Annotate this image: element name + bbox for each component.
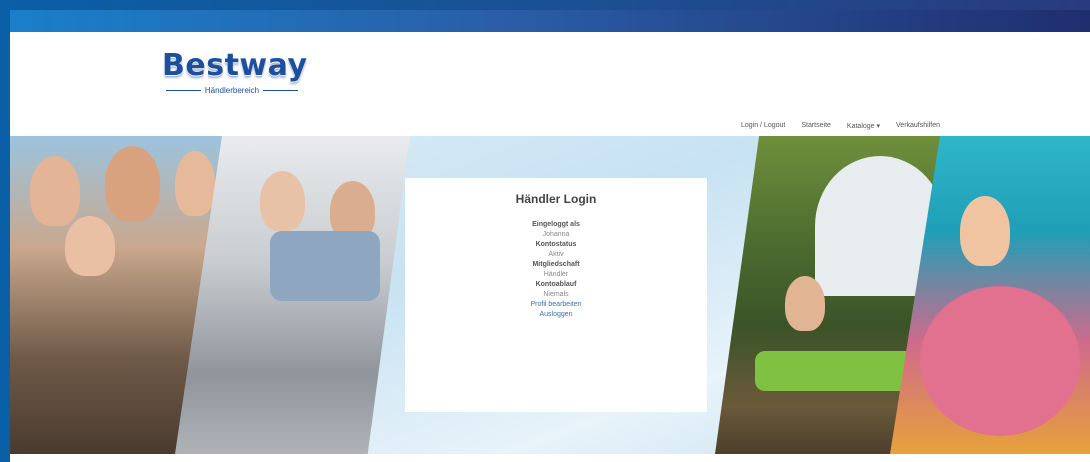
logo-wordmark: Bestway — [162, 48, 308, 83]
main-navigation: Login / Logout Startseite Kataloge ▾ Ver… — [741, 122, 940, 130]
login-title: Händler Login — [515, 192, 597, 206]
dealer-login-box: Händler Login Eingeloggt als Johanna Kon… — [405, 178, 707, 412]
membership-value: Händler — [543, 271, 569, 278]
logo-subtitle: Händlerbereich — [162, 86, 302, 95]
nav-verkaufshilfen[interactable]: Verkaufshilfen — [896, 122, 940, 130]
logout-link[interactable]: Ausloggen — [405, 310, 707, 320]
membership-label: Mitgliedschaft — [532, 261, 580, 268]
account-status-label: Kontostatus — [535, 241, 577, 248]
account-expiry-value: Niemals — [543, 291, 569, 298]
edit-profile-link[interactable]: Profil bearbeiten — [405, 300, 707, 310]
top-banner-bar — [10, 10, 1090, 32]
nav-login-logout[interactable]: Login / Logout — [741, 122, 785, 130]
page-frame: Bestway Händlerbereich Login / Logout St… — [10, 10, 1090, 462]
nav-kataloge-dropdown[interactable]: Kataloge ▾ — [847, 122, 880, 130]
logged-in-value: Johanna — [542, 231, 570, 238]
logged-in-label: Eingeloggt als — [532, 221, 580, 228]
hero-banner: Händler Login Eingeloggt als Johanna Kon… — [10, 136, 1090, 454]
bestway-logo[interactable]: Bestway Händlerbereich — [162, 48, 308, 108]
account-status-value: Aktiv — [548, 251, 564, 258]
account-info-list: Eingeloggt als Johanna Kontostatus Aktiv… — [405, 220, 707, 320]
nav-startseite[interactable]: Startseite — [801, 122, 831, 130]
account-expiry-label: Kontoablauf — [535, 281, 577, 288]
